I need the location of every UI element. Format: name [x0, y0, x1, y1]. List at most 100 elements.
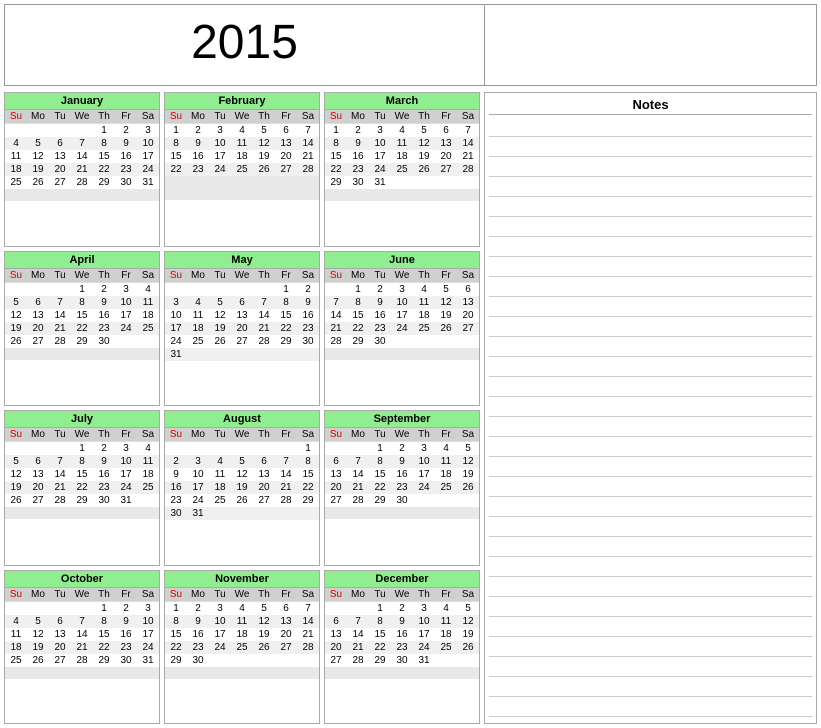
day-cell: [457, 667, 479, 679]
day-cell: 15: [165, 628, 187, 641]
month-header-october: October: [5, 571, 159, 588]
day-cell: 10: [115, 296, 137, 309]
note-line[interactable]: [489, 379, 812, 397]
note-line[interactable]: [489, 219, 812, 237]
day-cell: 17: [137, 628, 159, 641]
note-line[interactable]: [489, 119, 812, 137]
day-cell: [93, 507, 115, 519]
note-line[interactable]: [489, 339, 812, 357]
note-line[interactable]: [489, 499, 812, 517]
day-cell: 27: [231, 335, 253, 348]
note-line[interactable]: [489, 659, 812, 677]
note-line[interactable]: [489, 439, 812, 457]
day-header-mo: Mo: [347, 269, 369, 283]
note-line[interactable]: [489, 399, 812, 417]
day-header-tu: Tu: [369, 110, 391, 124]
day-cell: [253, 348, 275, 361]
day-cell: 1: [93, 601, 115, 615]
day-cell: 31: [413, 654, 435, 667]
day-cell: 1: [297, 442, 319, 456]
note-line[interactable]: [489, 259, 812, 277]
day-cell: 19: [27, 641, 49, 654]
day-cell: [165, 667, 187, 679]
day-cell: 19: [435, 309, 457, 322]
note-line[interactable]: [489, 519, 812, 537]
day-cell: [71, 189, 93, 201]
day-cell: [457, 348, 479, 360]
day-cell: 7: [49, 296, 71, 309]
day-cell: 4: [391, 124, 413, 138]
day-cell: 21: [49, 322, 71, 335]
day-cell: 11: [5, 628, 27, 641]
day-cell: 2: [93, 282, 115, 296]
day-cell: 1: [325, 124, 347, 138]
note-line[interactable]: [489, 359, 812, 377]
day-cell: [27, 507, 49, 519]
note-line[interactable]: [489, 419, 812, 437]
day-header-th: Th: [253, 269, 275, 283]
day-cell: 15: [325, 150, 347, 163]
day-cell: 30: [93, 494, 115, 507]
day-cell: 21: [71, 163, 93, 176]
day-header-we: We: [391, 588, 413, 602]
day-cell: 3: [391, 282, 413, 296]
day-cell: 5: [5, 455, 27, 468]
note-line[interactable]: [489, 699, 812, 717]
note-line[interactable]: [489, 159, 812, 177]
day-cell: 8: [165, 615, 187, 628]
day-cell: 3: [137, 124, 159, 138]
note-line[interactable]: [489, 559, 812, 577]
note-line[interactable]: [489, 619, 812, 637]
day-cell: 13: [49, 150, 71, 163]
day-header-we: We: [231, 110, 253, 124]
day-cell: 16: [347, 150, 369, 163]
day-cell: 13: [325, 628, 347, 641]
day-header-th: Th: [93, 428, 115, 442]
day-header-fr: Fr: [275, 428, 297, 442]
note-line[interactable]: [489, 539, 812, 557]
day-cell: 30: [93, 335, 115, 348]
day-cell: 5: [457, 442, 479, 456]
day-cell: [231, 176, 253, 188]
note-line[interactable]: [489, 579, 812, 597]
day-cell: 20: [49, 641, 71, 654]
day-cell: 26: [5, 494, 27, 507]
note-line[interactable]: [489, 279, 812, 297]
day-cell: 27: [27, 335, 49, 348]
day-cell: 7: [49, 455, 71, 468]
day-header-su: Su: [165, 588, 187, 602]
note-line[interactable]: [489, 179, 812, 197]
month-block-november: NovemberSuMoTuWeThFrSa123456789101112131…: [164, 570, 320, 725]
day-cell: [413, 667, 435, 679]
note-line[interactable]: [489, 139, 812, 157]
day-cell: 9: [391, 455, 413, 468]
day-header-tu: Tu: [369, 269, 391, 283]
note-line[interactable]: [489, 299, 812, 317]
day-header-su: Su: [325, 110, 347, 124]
day-cell: [27, 189, 49, 201]
note-line[interactable]: [489, 199, 812, 217]
month-header-april: April: [5, 252, 159, 269]
day-cell: [325, 507, 347, 519]
month-table-august: SuMoTuWeThFrSa12345678910111213141516171…: [165, 428, 319, 520]
day-cell: 13: [325, 468, 347, 481]
day-cell: 20: [275, 628, 297, 641]
note-line[interactable]: [489, 679, 812, 697]
note-line[interactable]: [489, 479, 812, 497]
note-line[interactable]: [489, 319, 812, 337]
note-line[interactable]: [489, 639, 812, 657]
note-line[interactable]: [489, 239, 812, 257]
month-table-may: SuMoTuWeThFrSa12345678910111213141516171…: [165, 269, 319, 361]
day-cell: 17: [391, 309, 413, 322]
note-line[interactable]: [489, 459, 812, 477]
month-table-february: SuMoTuWeThFrSa12345678910111213141516171…: [165, 110, 319, 200]
day-cell: 3: [187, 455, 209, 468]
day-cell: 18: [391, 150, 413, 163]
day-header-fr: Fr: [435, 110, 457, 124]
day-header-fr: Fr: [435, 269, 457, 283]
note-line[interactable]: [489, 599, 812, 617]
day-header-mo: Mo: [27, 110, 49, 124]
day-cell: 5: [253, 124, 275, 138]
day-cell: 5: [457, 601, 479, 615]
day-header-we: We: [71, 110, 93, 124]
